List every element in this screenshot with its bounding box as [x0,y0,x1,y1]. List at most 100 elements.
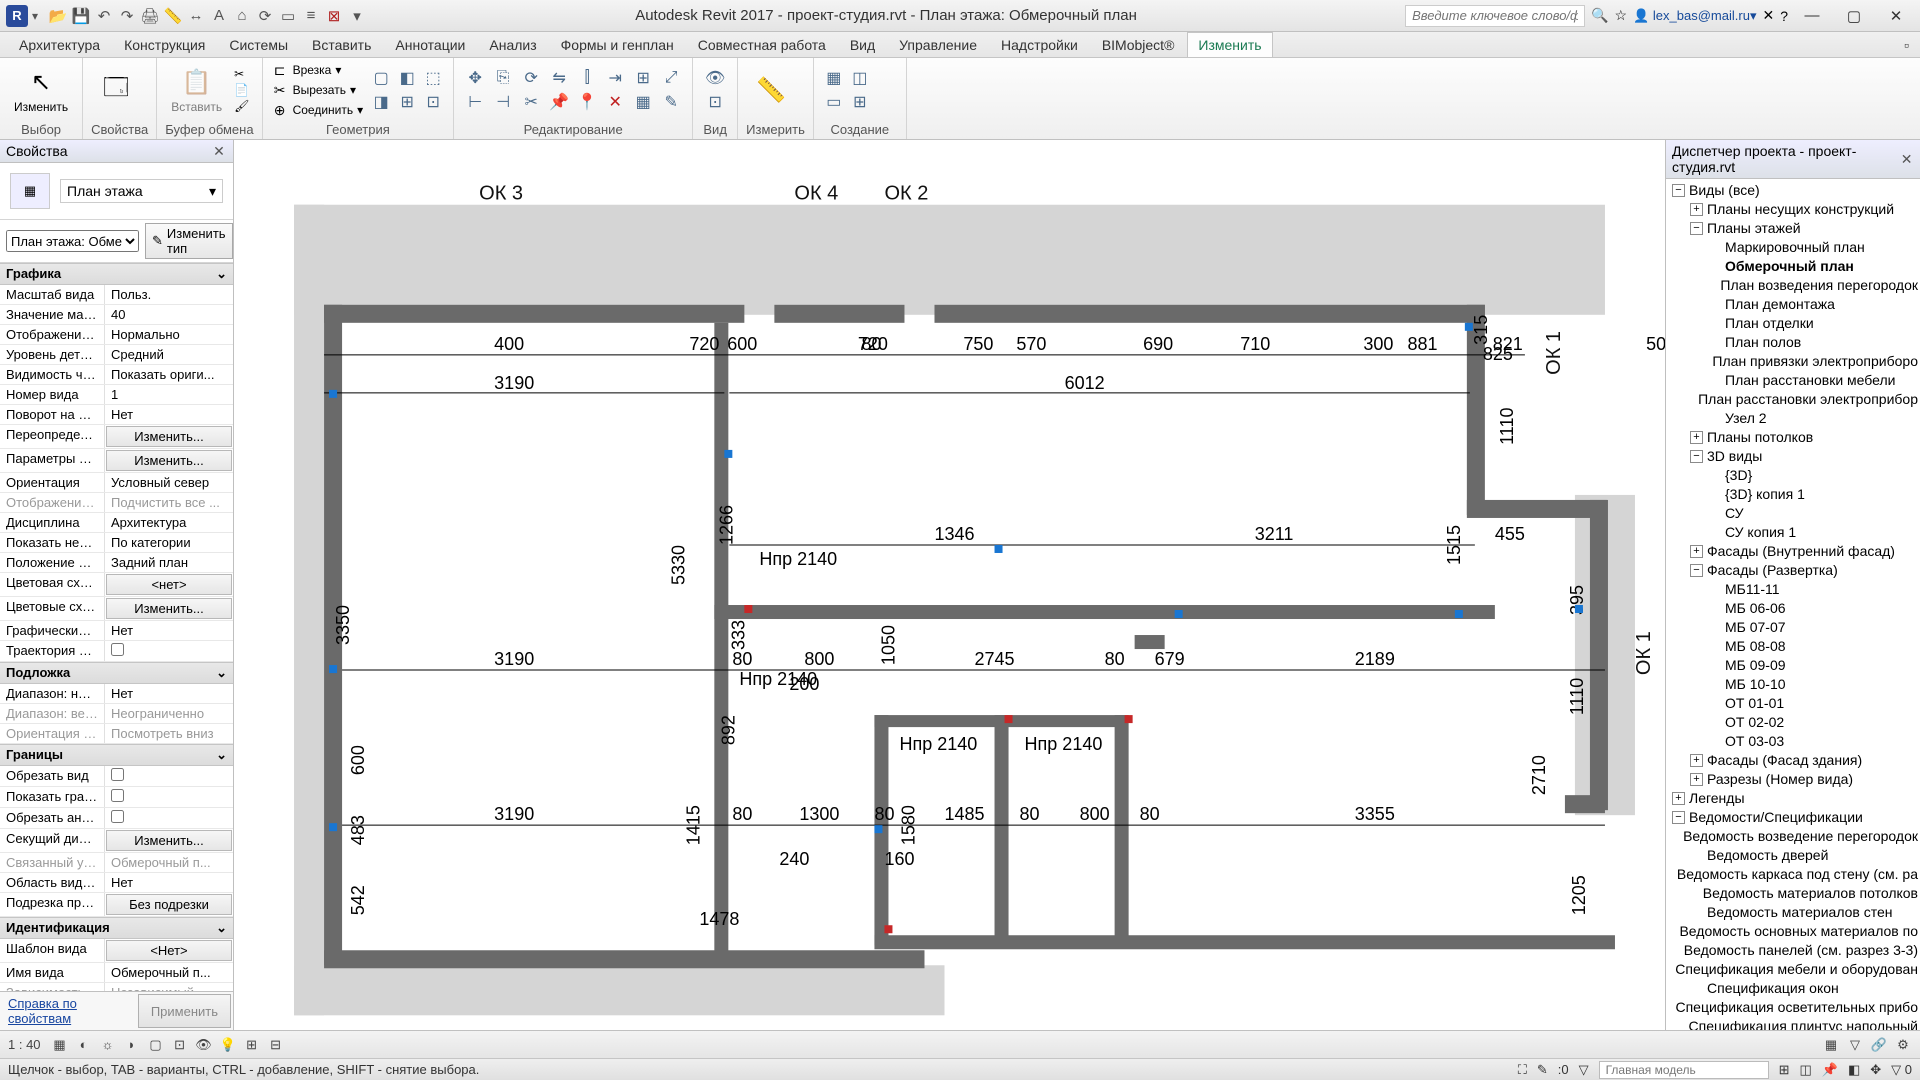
tree-node[interactable]: Ведомость панелей (см. разрез 3-3) [1666,941,1920,960]
app-icon[interactable]: R [6,5,28,27]
sync-icon[interactable]: ⟳ [255,6,275,26]
tree-node[interactable]: МБ 07-07 [1666,618,1920,637]
measure-icon[interactable]: 📏 [163,6,183,26]
search-input[interactable] [1405,5,1585,27]
type-selector[interactable]: План этажа▾ [60,179,223,203]
visual-style-icon[interactable]: ◐ [75,1036,93,1054]
tree-node[interactable]: +Планы несущих конструкций [1666,200,1920,219]
cut-icon[interactable]: ↔ [186,6,206,26]
tree-node[interactable]: Ведомость основных материалов по [1666,922,1920,941]
star-icon[interactable]: ☆ [1615,7,1628,24]
ribbon-tab[interactable]: Вставить [301,32,382,57]
ribbon-tab[interactable]: Аннотации [384,32,476,57]
rotate-icon[interactable]: ⟳ [518,67,544,89]
user-menu[interactable]: 👤 lex_bas@mail.ru▾ [1633,8,1756,24]
tree-node[interactable]: +Фасады (Фасад здания) [1666,751,1920,770]
close-icon[interactable]: ✕ [211,143,227,159]
close-button[interactable]: ✕ [1878,6,1914,26]
tree-node[interactable]: СУ копия 1 [1666,523,1920,542]
tree-node[interactable]: МБ 06-06 [1666,599,1920,618]
array-icon[interactable]: ⊞ [630,67,656,89]
ribbon-tab[interactable]: Вид [839,32,886,57]
tree-node[interactable]: План расстановки мебели [1666,371,1920,390]
worksharing-icon[interactable]: ⊟ [267,1036,285,1054]
tree-node[interactable]: Ведомость каркаса под стену (см. ра [1666,865,1920,884]
ribbon-tab[interactable]: Управление [888,32,988,57]
unpin-icon[interactable]: 📍 [574,91,600,113]
align-icon[interactable]: ⫿ [574,67,600,89]
tree-node[interactable]: Узел 2 [1666,409,1920,428]
tree-node[interactable]: +Разрезы (Номер вида) [1666,770,1920,789]
override-icon[interactable]: ⊡ [701,91,729,113]
tag-icon[interactable]: ▭ [278,6,298,26]
tree-node[interactable]: Спецификация мебели и оборудован [1666,960,1920,979]
maximize-button[interactable]: ▢ [1836,6,1872,26]
tree-node[interactable]: −Планы этажей [1666,219,1920,238]
tree-node[interactable]: План демонтажа [1666,295,1920,314]
tree-node[interactable]: ОТ 01-01 [1666,694,1920,713]
measure-button[interactable]: 📏 [746,72,796,108]
tree-node[interactable]: МБ 10-10 [1666,675,1920,694]
close-hidden-icon[interactable]: ⊠ [324,6,344,26]
scale-button[interactable]: 1 : 40 [8,1037,41,1052]
redo-icon[interactable]: ↷ [117,6,137,26]
tree-node[interactable]: −Виды (все) [1666,181,1920,200]
tree-node[interactable]: Спецификация окон [1666,979,1920,998]
tree-node[interactable]: Маркировочный план [1666,238,1920,257]
ribbon-tab[interactable]: Формы и генплан [550,32,685,57]
tree-node[interactable]: {3D} [1666,466,1920,485]
tree-node[interactable]: План возведения перегородок [1666,276,1920,295]
select-underlay-icon[interactable]: ◫ [1799,1062,1811,1078]
copy-clip-button[interactable]: 📄 [234,83,249,97]
trim-icon[interactable]: ⊢ [462,91,488,113]
tree-node[interactable]: План отделки [1666,314,1920,333]
options-icon[interactable]: ⚙ [1894,1036,1912,1054]
crop-region-icon[interactable]: ⊡ [171,1036,189,1054]
filter-icon[interactable]: ▽ [1846,1036,1864,1054]
ribbon-minimize-icon[interactable]: ▫ [1893,32,1920,57]
save-icon[interactable]: 💾 [71,6,91,26]
tree-node[interactable]: Ведомость возведение перегородок [1666,827,1920,846]
geom-tool-icon[interactable]: ⬚ [421,67,445,89]
hide-icon[interactable]: 👁 [195,1036,213,1054]
close-icon[interactable]: ✕ [1899,151,1914,167]
copy-icon[interactable]: ⎘ [490,67,516,89]
exchange-icon[interactable]: ✕ [1762,7,1774,24]
instance-dropdown[interactable]: План этажа: Обме [6,230,139,252]
print-icon[interactable]: 🖨 [140,6,160,26]
tree-node[interactable]: −3D виды [1666,447,1920,466]
tree-node[interactable]: Ведомость дверей [1666,846,1920,865]
create-icon[interactable]: ▭ [822,91,846,113]
ribbon-tab[interactable]: Конструкция [113,32,216,57]
match-button[interactable]: 🖌 [234,99,249,113]
minimize-button[interactable]: — [1794,6,1830,26]
join-button[interactable]: ⊕Соединить ▾ [271,101,364,119]
select-face-icon[interactable]: ◧ [1848,1062,1860,1078]
undo-icon[interactable]: ↶ [94,6,114,26]
tree-node[interactable]: СУ [1666,504,1920,523]
ribbon-tab[interactable]: Системы [218,32,299,57]
thin-lines-icon[interactable]: ≡ [301,6,321,26]
tree-node[interactable]: Спецификация осветительных прибо [1666,998,1920,1017]
drag-icon[interactable]: ✥ [1870,1062,1881,1078]
tree-node[interactable]: Ведомость материалов стен [1666,903,1920,922]
paste-button[interactable]: 📋Вставить [165,64,228,116]
worksets-icon[interactable]: ⛶ [1518,1062,1527,1078]
tree-node[interactable]: Ведомость материалов потолков [1666,884,1920,903]
tree-node[interactable]: МБ 09-09 [1666,656,1920,675]
properties-help-link[interactable]: Справка по свойствам [0,992,136,1030]
model-dropdown[interactable]: Главная модель [1599,1061,1769,1079]
tree-node[interactable]: МБ11-11 [1666,580,1920,599]
tree-node[interactable]: +Фасады (Внутренний фасад) [1666,542,1920,561]
views-icon[interactable]: ▦ [1822,1036,1840,1054]
edit-type-button[interactable]: ✎ Изменить тип [145,223,233,259]
tree-node[interactable]: МБ 08-08 [1666,637,1920,656]
geom-tool-icon[interactable]: ◧ [395,67,419,89]
ribbon-tab[interactable]: Изменить [1187,32,1272,57]
properties-grid[interactable]: Графика⌄Масштаб видаПольз.Значение мас..… [0,263,233,991]
ribbon-tab[interactable]: Надстройки [990,32,1089,57]
geom-tool-icon[interactable]: ▢ [369,67,393,89]
ribbon-tab[interactable]: BIMobject® [1091,32,1186,57]
tree-node[interactable]: −Ведомости/Спецификации [1666,808,1920,827]
ribbon-tab[interactable]: Анализ [478,32,547,57]
